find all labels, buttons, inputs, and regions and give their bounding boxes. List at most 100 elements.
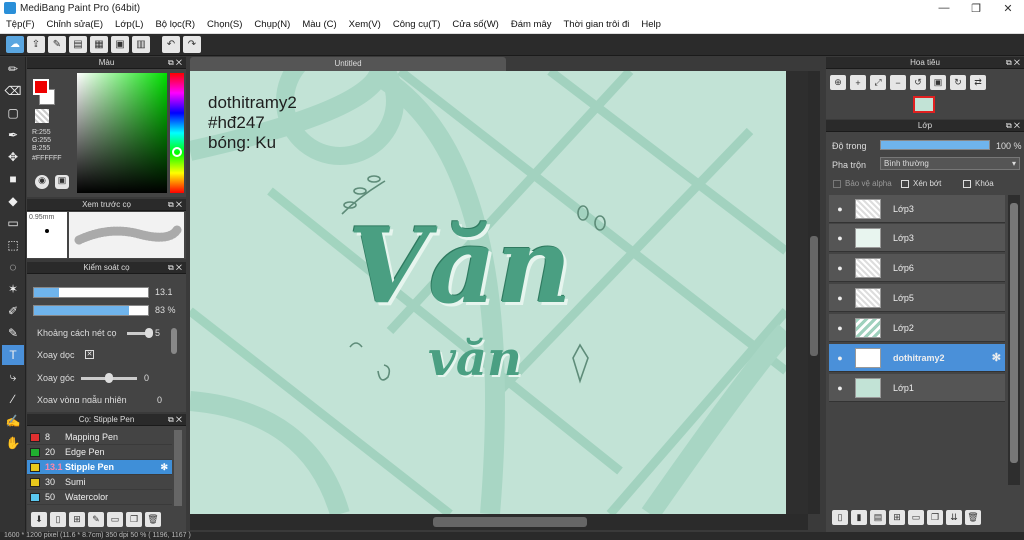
fit-window-icon[interactable]: ▣ bbox=[930, 75, 946, 90]
move-tool-icon[interactable]: ✥ bbox=[2, 147, 24, 167]
rotate-left-icon[interactable]: ↺ bbox=[910, 75, 926, 90]
cloud-download-icon[interactable]: ⬇ bbox=[31, 512, 47, 527]
visibility-icon[interactable]: ● bbox=[829, 263, 851, 273]
vertical-scroll-thumb[interactable] bbox=[810, 236, 818, 356]
menu-tools[interactable]: Công cụ(T) bbox=[387, 19, 447, 30]
close-button[interactable]: ✕ bbox=[992, 2, 1024, 15]
eraser-tool-icon[interactable]: ⌫ bbox=[2, 81, 24, 101]
visibility-icon[interactable]: ● bbox=[829, 323, 851, 333]
menu-filter[interactable]: Bộ lọc(R) bbox=[149, 19, 201, 30]
brush-size-slider[interactable] bbox=[33, 287, 149, 298]
canvas-horizontal-scrollbar[interactable] bbox=[190, 514, 808, 530]
text-tool-icon[interactable]: T bbox=[2, 345, 24, 365]
lasso-tool-icon[interactable]: ◌ bbox=[2, 257, 24, 277]
cloud-icon[interactable]: ☁ bbox=[6, 36, 24, 53]
hue-cursor[interactable] bbox=[172, 147, 182, 157]
undo-icon[interactable]: ↶ bbox=[162, 36, 180, 53]
new-halftone-layer-icon[interactable]: ▤ bbox=[870, 510, 886, 525]
brush-list-scrollbar[interactable] bbox=[174, 430, 182, 506]
visibility-icon[interactable]: ● bbox=[829, 204, 851, 214]
layer-row[interactable]: ● Lớp6 bbox=[829, 254, 1005, 282]
menu-view[interactable]: Xem(V) bbox=[343, 19, 387, 30]
gear-icon[interactable]: ✻ bbox=[992, 351, 1001, 364]
visibility-icon[interactable]: ● bbox=[829, 353, 851, 363]
menu-layer[interactable]: Lớp(L) bbox=[109, 19, 149, 30]
menu-snap[interactable]: Chụp(N) bbox=[248, 19, 296, 30]
menu-color[interactable]: Màu (C) bbox=[296, 19, 342, 30]
bucket-tool-icon[interactable]: ◆ bbox=[2, 191, 24, 211]
select-eraser-tool-icon[interactable]: ✎ bbox=[2, 323, 24, 343]
spacing-knob[interactable] bbox=[145, 328, 153, 338]
palette-icon[interactable]: ◉ bbox=[35, 175, 49, 189]
visibility-icon[interactable]: ● bbox=[829, 293, 851, 303]
horizontal-scroll-thumb[interactable] bbox=[433, 517, 587, 527]
rotate-right-icon[interactable]: ↻ bbox=[950, 75, 966, 90]
share-icon[interactable]: ⇪ bbox=[27, 36, 45, 53]
document-tab[interactable]: Untitled bbox=[190, 57, 506, 71]
operation-tool-icon[interactable]: ⤷ bbox=[2, 367, 24, 387]
select-pen-tool-icon[interactable]: ✐ bbox=[2, 301, 24, 321]
menu-timelapse[interactable]: Thời gian trôi đi bbox=[558, 19, 636, 30]
canvas-vertical-scrollbar[interactable] bbox=[808, 71, 820, 514]
layer-opacity-slider[interactable] bbox=[880, 140, 990, 150]
brush-item[interactable]: 50 Watercolor bbox=[27, 490, 172, 505]
transparent-color-swatch[interactable] bbox=[35, 109, 49, 123]
menu-file[interactable]: Tệp(F) bbox=[0, 19, 41, 30]
menu-window[interactable]: Cửa số(W) bbox=[446, 19, 504, 30]
grid-icon[interactable]: ▥ bbox=[132, 36, 150, 53]
dot-tool-icon[interactable]: ✒ bbox=[2, 125, 24, 145]
edit-brush-icon[interactable]: ✎ bbox=[88, 512, 104, 527]
zoom-in-icon[interactable]: + bbox=[850, 75, 866, 90]
duplicate-icon[interactable]: ❐ bbox=[126, 512, 142, 527]
layer-row[interactable]: ● Lớp5 bbox=[829, 284, 1005, 312]
brush-item-selected[interactable]: 13.1 Stipple Pen ✻ bbox=[27, 460, 172, 475]
comment-icon[interactable]: ✎ bbox=[48, 36, 66, 53]
flip-checkbox[interactable]: ✕ bbox=[85, 350, 94, 359]
fill-rect-tool-icon[interactable]: ■ bbox=[2, 169, 24, 189]
hand-tool-icon[interactable]: ✋ bbox=[2, 433, 24, 453]
brush-item[interactable]: 30 Sumi bbox=[27, 475, 172, 490]
angle-knob[interactable] bbox=[105, 373, 113, 383]
magic-wand-tool-icon[interactable]: ✶ bbox=[2, 279, 24, 299]
gear-icon[interactable]: ✻ bbox=[160, 462, 168, 473]
redo-icon[interactable]: ↷ bbox=[183, 36, 201, 53]
layer-scroll-thumb[interactable] bbox=[1010, 203, 1018, 463]
layer-row[interactable]: ● Lớp2 bbox=[829, 314, 1005, 342]
artwork-canvas[interactable]: dothitramy2 #hđ247 bóng: Ku Văn văn bbox=[190, 71, 786, 514]
brush-tool-icon[interactable]: ✏ bbox=[2, 59, 24, 79]
divide-tool-icon[interactable]: ∕ bbox=[2, 389, 24, 409]
delete-brush-icon[interactable]: 🗑 bbox=[145, 512, 161, 527]
lock-checkbox[interactable] bbox=[963, 180, 971, 188]
color-settings-icon[interactable]: ▣ bbox=[55, 175, 69, 189]
minimize-button[interactable]: — bbox=[928, 2, 960, 15]
layer-row-selected[interactable]: ● dothitramy2 ✻ bbox=[829, 344, 1005, 372]
add-brush-icon[interactable]: ⊞ bbox=[69, 512, 85, 527]
layer-row[interactable]: ● Lớp1 bbox=[829, 374, 1005, 402]
navigator-thumbnail[interactable] bbox=[913, 96, 935, 113]
blend-mode-select[interactable]: Bình thường ▾ bbox=[880, 157, 1020, 170]
layer-row[interactable]: ● Lớp3 bbox=[829, 195, 1005, 223]
new-layer-icon[interactable]: ▯ bbox=[832, 510, 848, 525]
layer-row[interactable]: ● Lớp3 bbox=[829, 224, 1005, 252]
panel-icon[interactable]: ▣ bbox=[111, 36, 129, 53]
layer-list-scrollbar[interactable] bbox=[1008, 195, 1020, 485]
maximize-button[interactable]: ❐ bbox=[960, 2, 992, 15]
zoom-fit-icon[interactable]: ⊕ bbox=[830, 75, 846, 90]
select-tool-icon[interactable]: ⬚ bbox=[2, 235, 24, 255]
brush-item[interactable]: 20 Edge Pen bbox=[27, 445, 172, 460]
layer-folder-icon[interactable]: ▭ bbox=[908, 510, 924, 525]
zoom-out-icon[interactable]: − bbox=[890, 75, 906, 90]
visibility-icon[interactable]: ● bbox=[829, 233, 851, 243]
menu-cloud[interactable]: Đám mây bbox=[505, 19, 558, 30]
clipping-checkbox[interactable] bbox=[901, 180, 909, 188]
protect-alpha-checkbox[interactable] bbox=[833, 180, 841, 188]
rect-tool-icon[interactable]: ▢ bbox=[2, 103, 24, 123]
canvas-area[interactable]: dothitramy2 #hđ247 bóng: Ku Văn văn bbox=[190, 71, 808, 514]
foreground-color-swatch[interactable] bbox=[33, 79, 49, 95]
merge-layer-icon[interactable]: ⇊ bbox=[946, 510, 962, 525]
new-color-layer-icon[interactable]: ▮ bbox=[851, 510, 867, 525]
menu-edit[interactable]: Chỉnh sửa(E) bbox=[41, 19, 110, 30]
brush-opacity-slider[interactable] bbox=[33, 305, 149, 316]
flip-icon[interactable]: ⇄ bbox=[970, 75, 986, 90]
eyedropper-tool-icon[interactable]: ✍ bbox=[2, 411, 24, 431]
